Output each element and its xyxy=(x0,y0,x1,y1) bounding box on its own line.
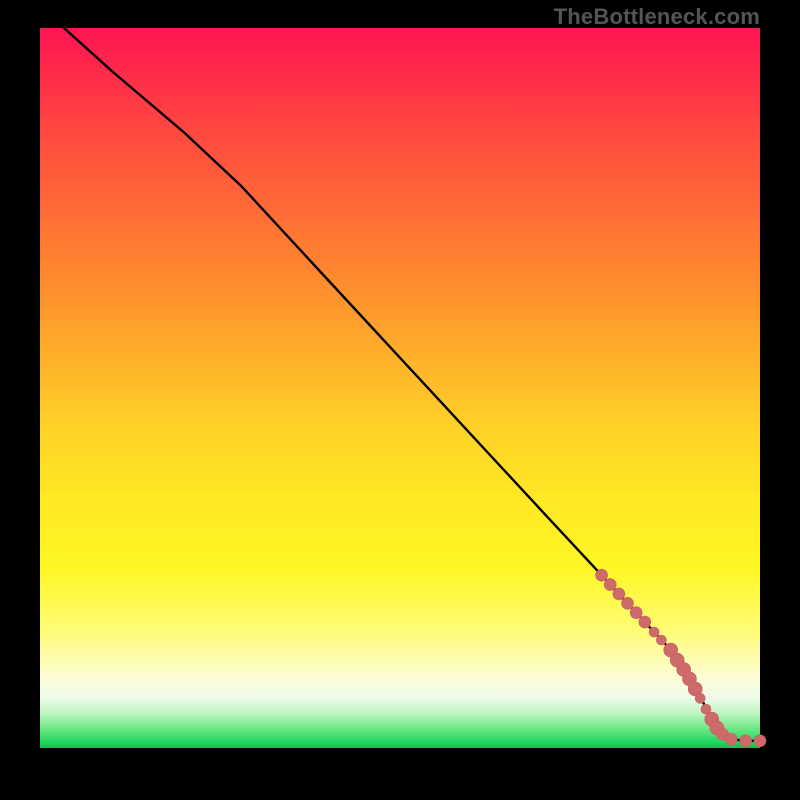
data-dot xyxy=(725,733,737,745)
data-dot xyxy=(695,693,705,703)
plot-area xyxy=(40,28,760,748)
attribution-label: TheBottleneck.com xyxy=(554,4,760,30)
data-dot xyxy=(604,579,616,591)
data-dot xyxy=(622,597,634,609)
data-dot xyxy=(639,616,651,628)
data-dot xyxy=(740,735,752,747)
data-dot xyxy=(596,569,608,581)
data-dots xyxy=(596,569,766,747)
chart-overlay xyxy=(40,28,760,748)
data-dot xyxy=(754,735,766,747)
data-dot xyxy=(656,635,666,645)
data-dot xyxy=(649,627,659,637)
chart-stage: TheBottleneck.com xyxy=(0,0,800,800)
data-dot xyxy=(630,607,642,619)
data-dot xyxy=(613,588,625,600)
